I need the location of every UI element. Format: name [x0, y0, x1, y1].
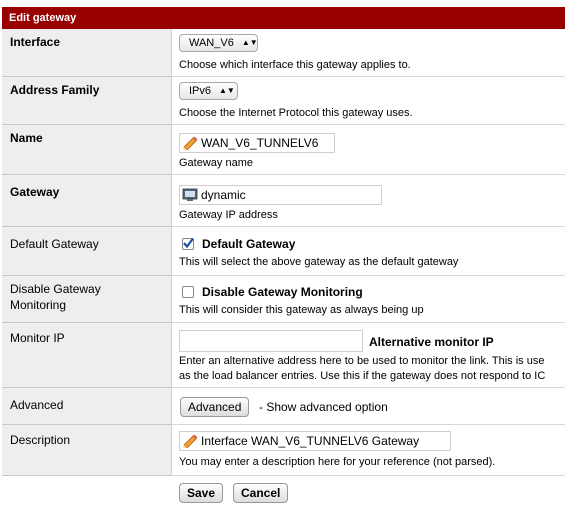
interface-select[interactable]: WAN_V6 ▲▼ [179, 34, 258, 52]
description-label: Description [2, 425, 171, 476]
disable-monitoring-help: This will consider this gateway as alway… [179, 304, 424, 316]
default-gateway-label: Default Gateway [2, 227, 171, 276]
default-gateway-help: This will select the above gateway as th… [179, 256, 459, 268]
name-input-value: WAN_V6_TUNNELV6 [201, 136, 319, 150]
interface-row: Interface WAN_V6 ▲▼ Choose which interfac… [2, 29, 565, 77]
advanced-label: Advanced [2, 388, 171, 425]
gateway-label: Gateway [2, 175, 171, 227]
monitor-ip-help-line1: Enter an alternative address here to be … [179, 355, 545, 367]
advanced-row: Advanced Advanced - Show advanced option [2, 388, 565, 425]
gateway-row: Gateway dynamic Gateway IP address [2, 175, 565, 227]
address-family-help: Choose the Internet Protocol this gatewa… [179, 107, 413, 119]
save-button[interactable]: Save [179, 483, 224, 503]
advanced-button[interactable]: Advanced [180, 397, 250, 417]
address-family-row: Address Family IPv6 ▲▼ Choose the Interne… [2, 77, 565, 125]
disable-monitoring-checkbox-label: Disable Gateway Monitoring [202, 285, 363, 299]
description-row: Description Interface WAN_V6_TUNNELV6 Ga… [2, 425, 565, 476]
address-family-select-value: IPv6 [189, 85, 212, 97]
gateway-help: Gateway IP address [179, 209, 278, 221]
select-arrows-icon: ▲▼ [219, 86, 235, 95]
network-icon [182, 188, 198, 202]
checkmark-icon [183, 237, 194, 249]
gateway-input-value: dynamic [201, 188, 246, 202]
pencil-icon [182, 434, 198, 449]
cancel-button[interactable]: Cancel [233, 483, 289, 503]
default-gateway-checkbox-label: Default Gateway [202, 237, 296, 251]
name-row: Name WAN_V6_TUNNELV6 Gateway name [2, 125, 565, 175]
gateway-input[interactable]: dynamic [179, 185, 382, 205]
interface-select-value: WAN_V6 [189, 37, 234, 49]
panel-header: Edit gateway [2, 7, 565, 29]
disable-monitoring-checkbox[interactable] [182, 286, 194, 298]
monitor-ip-row: Monitor IP Alternative monitor IP Enter … [2, 323, 565, 388]
description-input-value: Interface WAN_V6_TUNNELV6 Gateway [201, 434, 420, 448]
advanced-help: - Show advanced option [259, 400, 388, 414]
description-help: You may enter a description here for you… [179, 456, 496, 468]
description-input[interactable]: Interface WAN_V6_TUNNELV6 Gateway [179, 431, 451, 451]
monitor-ip-inline-label: Alternative monitor IP [369, 335, 494, 349]
panel-title: Edit gateway [9, 12, 77, 24]
monitor-ip-label: Monitor IP [2, 323, 171, 388]
select-arrows-icon: ▲▼ [241, 38, 258, 47]
default-gateway-row: Default Gateway Default Gateway This wil… [2, 227, 565, 276]
monitor-ip-help-line2: as the load balancer entries. Use this i… [179, 370, 546, 382]
disable-monitoring-label-line1: Disable Gateway [10, 282, 101, 296]
disable-monitoring-label: Disable Gateway Monitoring [2, 276, 171, 323]
name-help: Gateway name [179, 157, 253, 169]
disable-monitoring-label-line2: Monitoring [10, 298, 67, 312]
address-family-select[interactable]: IPv6 ▲▼ [179, 82, 238, 100]
interface-help: Choose which interface this gateway appl… [179, 59, 411, 71]
interface-label: Interface [2, 29, 171, 77]
default-gateway-checkbox[interactable] [182, 237, 194, 250]
name-label: Name [2, 125, 171, 175]
pencil-icon [182, 136, 198, 151]
address-family-label: Address Family [2, 77, 171, 125]
monitor-ip-input[interactable] [179, 330, 363, 352]
name-input[interactable]: WAN_V6_TUNNELV6 [179, 133, 335, 153]
disable-monitoring-row: Disable Gateway Monitoring Disable Gatew… [2, 276, 565, 323]
